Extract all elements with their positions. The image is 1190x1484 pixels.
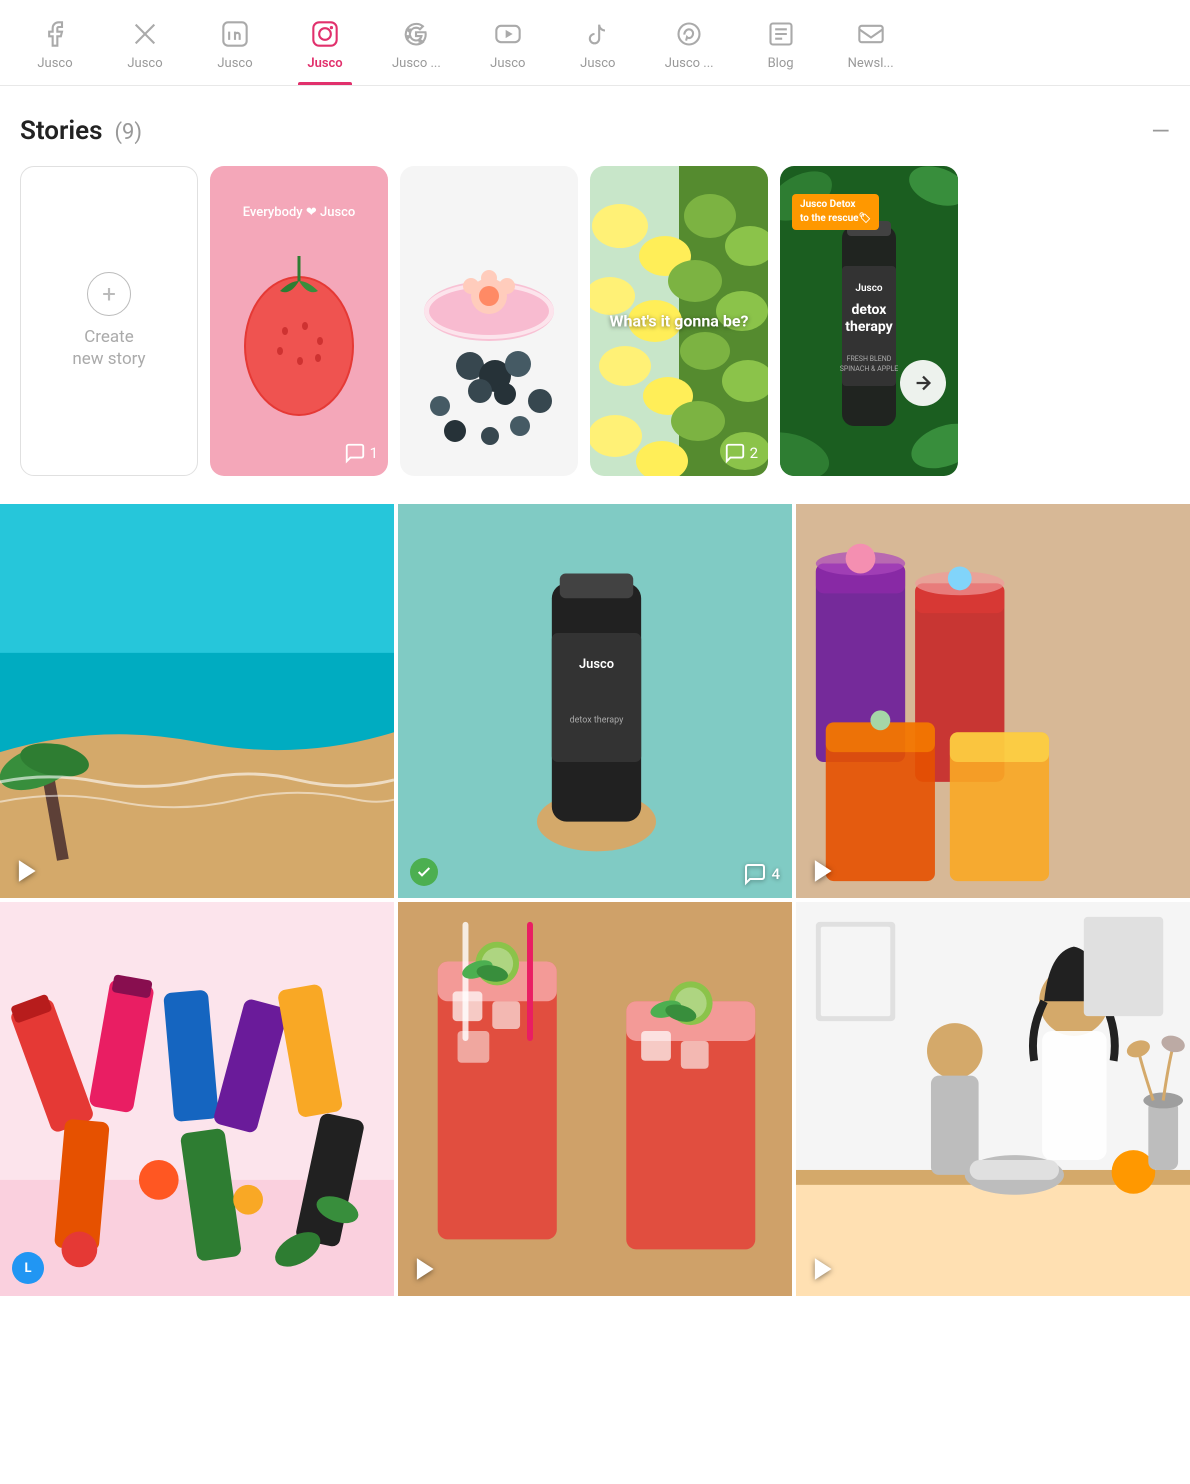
- grid-item-bottles[interactable]: L: [0, 902, 394, 1296]
- twitter-icon: [129, 18, 161, 50]
- story-comments-badge-2: 2: [724, 442, 758, 464]
- tab-twitter[interactable]: Jusco: [100, 0, 190, 85]
- pinterest-icon: [673, 18, 705, 50]
- tab-pinterest[interactable]: Jusco ...: [643, 0, 736, 85]
- blog-icon: [765, 18, 797, 50]
- play-button-drinks[interactable]: [808, 856, 838, 886]
- grid-item-drinks[interactable]: [796, 504, 1190, 898]
- google-icon: [400, 18, 432, 50]
- play-button[interactable]: [12, 856, 42, 886]
- linkedin-icon: [219, 18, 251, 50]
- tab-linkedin[interactable]: Jusco: [190, 0, 280, 85]
- newsletter-icon: [855, 18, 887, 50]
- story-card-detox[interactable]: Jusco detox therapy FRESH BLEND SPINACH …: [780, 166, 958, 476]
- stories-row: + Createnew story E: [20, 166, 1170, 476]
- svg-text:SPINACH & APPLE: SPINACH & APPLE: [840, 365, 899, 373]
- svg-text:FRESH BLEND: FRESH BLEND: [847, 355, 892, 363]
- stories-title-group: Stories (9): [20, 116, 142, 146]
- tab-facebook-label: Jusco: [37, 56, 72, 71]
- story-card-strawberry[interactable]: Everybody ❤ Jusco 1: [210, 166, 388, 476]
- instagram-icon: [309, 18, 341, 50]
- svg-text:Everybody ❤ Jusco: Everybody ❤ Jusco: [243, 205, 356, 220]
- tab-newsletter-label: Newsl...: [848, 56, 894, 71]
- svg-text:Jusco: Jusco: [579, 657, 614, 672]
- grid-item-bottle[interactable]: Jusco detox therapy 4: [398, 504, 792, 898]
- stories-header: Stories (9) —: [20, 116, 1170, 146]
- nav-tabs: Jusco Jusco Jusco Jusco: [0, 0, 1190, 86]
- collapse-button[interactable]: —: [1151, 119, 1170, 143]
- tab-youtube-label: Jusco: [490, 56, 525, 71]
- tab-instagram-label: Jusco: [307, 56, 342, 71]
- tab-blog[interactable]: Blog: [736, 0, 826, 85]
- tab-google-label: Jusco ...: [392, 56, 441, 71]
- tab-twitter-label: Jusco: [127, 56, 162, 71]
- svg-text:Jusco: Jusco: [855, 283, 883, 294]
- youtube-icon: [492, 18, 524, 50]
- grid-item-cocktail[interactable]: [398, 902, 792, 1296]
- facebook-icon: [39, 18, 71, 50]
- tab-linkedin-label: Jusco: [217, 56, 252, 71]
- tiktok-icon: [582, 18, 614, 50]
- create-story-card[interactable]: + Createnew story: [20, 166, 198, 476]
- grid-item-beach[interactable]: [0, 504, 394, 898]
- play-button-family[interactable]: [808, 1254, 838, 1284]
- create-story-label: Createnew story: [72, 326, 145, 370]
- svg-text:detox: detox: [852, 302, 888, 318]
- stories-section: Stories (9) — + Createnew story: [0, 86, 1190, 496]
- tab-newsletter[interactable]: Newsl...: [826, 0, 916, 85]
- story-card-lemon[interactable]: What's it gonna be? 2: [590, 166, 768, 476]
- tab-blog-label: Blog: [768, 56, 794, 71]
- story-arrow-button[interactable]: [900, 360, 946, 406]
- comment-badge: 4: [743, 862, 780, 886]
- grid-item-family[interactable]: [796, 902, 1190, 1296]
- tab-tiktok-label: Jusco: [580, 56, 615, 71]
- story-detox-label: Jusco Detoxto the rescue🏷: [792, 194, 879, 230]
- svg-text:detox therapy: detox therapy: [570, 715, 624, 725]
- stories-title: Stories: [20, 116, 102, 146]
- tab-instagram[interactable]: Jusco: [280, 0, 370, 85]
- story-overlay-text: What's it gonna be?: [610, 312, 749, 331]
- create-story-icon: +: [87, 272, 131, 316]
- circle-badge: L: [12, 1252, 44, 1284]
- story-card-blueberry[interactable]: [400, 166, 578, 476]
- play-button-cocktail[interactable]: [410, 1254, 440, 1284]
- tab-facebook[interactable]: Jusco: [10, 0, 100, 85]
- tab-google[interactable]: Jusco ...: [370, 0, 463, 85]
- svg-text:therapy: therapy: [845, 319, 893, 335]
- tab-tiktok[interactable]: Jusco: [553, 0, 643, 85]
- post-grid: Jusco detox therapy 4: [0, 504, 1190, 1296]
- story-comments-badge: 1: [344, 442, 378, 464]
- tab-youtube[interactable]: Jusco: [463, 0, 553, 85]
- tab-pinterest-label: Jusco ...: [665, 56, 714, 71]
- stories-count: (9): [114, 120, 142, 145]
- check-badge: [410, 858, 438, 886]
